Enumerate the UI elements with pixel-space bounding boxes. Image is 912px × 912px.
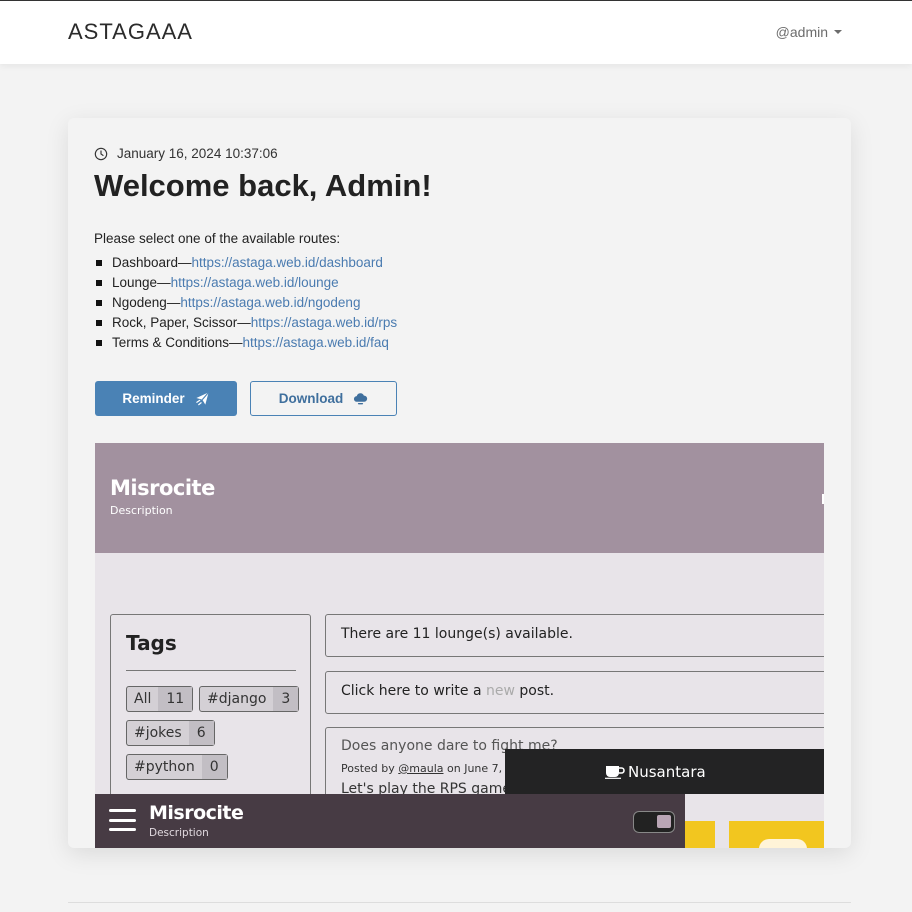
coffee-cup-icon — [605, 765, 625, 779]
route-link-ngodeng[interactable]: https://astaga.web.id/ngodeng — [180, 293, 360, 313]
footer-divider — [68, 902, 851, 903]
divider — [126, 670, 296, 671]
route-name: Ngodeng — [112, 295, 167, 310]
tag-name: #python — [134, 759, 195, 775]
route-separator: — — [157, 275, 171, 290]
preview-site-title: Misrocite — [110, 476, 215, 500]
route-name: Terms & Conditions — [112, 335, 230, 350]
reminder-button-label: Reminder — [122, 391, 185, 406]
preview-header: Misrocite Description — [95, 443, 824, 553]
preview-tag: #python 0 — [126, 754, 228, 780]
route-item-dashboard: Dashboard — https://astaga.web.id/dashboar… — [94, 253, 397, 273]
route-separator: — — [178, 255, 192, 270]
toggle-knob — [657, 815, 671, 828]
preview-tags-heading: Tags — [126, 631, 177, 655]
routes-list: Dashboard — https://astaga.web.id/dashboar… — [94, 253, 397, 353]
route-name: Lounge — [112, 275, 158, 290]
preview-theme-toggle — [633, 811, 675, 833]
preview-write-post: Click here to write a new post. — [325, 671, 824, 714]
meta-mention: @maula — [398, 762, 444, 775]
bullet — [96, 280, 102, 286]
preview-tag: #jokes 6 — [126, 720, 215, 746]
preview-yellow-card — [729, 821, 824, 848]
hamburger-icon — [109, 809, 136, 831]
preview-site-description: Description — [110, 504, 173, 517]
bullet — [96, 320, 102, 326]
tag-count: 3 — [273, 687, 299, 711]
route-link-lounge[interactable]: https://astaga.web.id/lounge — [171, 273, 339, 293]
preview-bottom-bar: Misrocite Description — [95, 794, 685, 848]
write-suffix: post. — [514, 683, 555, 699]
meta-prefix: Posted by — [341, 762, 399, 775]
bullet — [96, 260, 102, 266]
reminder-button[interactable]: Reminder — [95, 381, 237, 416]
page-title: Welcome back, Admin! — [94, 168, 432, 203]
download-button[interactable]: Download — [250, 381, 397, 416]
route-separator: — — [229, 335, 243, 350]
tag-count: 0 — [201, 755, 227, 779]
route-item-ngodeng: Ngodeng — https://astaga.web.id/ngodeng — [94, 293, 397, 313]
site-preview-image: Misrocite Description Tags All 11 #djang… — [95, 443, 824, 848]
routes-prompt: Please select one of the available route… — [94, 231, 341, 246]
route-name: Rock, Paper, Scissor — [112, 315, 238, 330]
route-link-dashboard[interactable]: https://astaga.web.id/dashboard — [192, 253, 383, 273]
caret-down-icon — [834, 30, 842, 35]
preview-tags-panel: Tags All 11 #django 3 #jokes 6 #python 0 — [110, 614, 311, 814]
write-prefix: Click here to write a — [341, 683, 486, 699]
preview-bottom-description: Description — [149, 827, 209, 839]
preview-dark-bar-text: Nusantara — [628, 762, 706, 781]
route-separator: — — [166, 295, 181, 310]
clock-icon — [94, 147, 108, 160]
preview-lounge-count: There are 11 lounge(s) available. — [325, 614, 824, 657]
tag-name: #jokes — [134, 725, 182, 741]
datetime-row: January 16, 2024 10:37:06 — [94, 146, 278, 161]
bullet — [96, 300, 102, 306]
route-name: Dashboard — [112, 255, 179, 270]
tag-count: 6 — [188, 721, 214, 745]
route-link-rps[interactable]: https://astaga.web.id/rps — [251, 313, 397, 333]
welcome-card: January 16, 2024 10:37:06 Welcome back, … — [68, 118, 851, 848]
tag-name: #django — [207, 691, 267, 707]
route-separator: — — [237, 315, 251, 330]
top-navbar: ASTAGAAA @admin — [0, 0, 912, 64]
route-item-lounge: Lounge — https://astaga.web.id/lounge — [94, 273, 397, 293]
preview-dark-bar: Nusantara — [505, 749, 824, 794]
route-link-faq[interactable]: https://astaga.web.id/faq — [243, 333, 389, 353]
preview-tag: #django 3 — [199, 686, 300, 712]
preview-bottom-title: Misrocite — [149, 802, 244, 824]
download-button-label: Download — [278, 391, 344, 406]
preview-cup-image — [759, 839, 807, 848]
route-item-faq: Terms & Conditions — https://astaga.web.id… — [94, 333, 397, 353]
preview-edge-mark — [822, 494, 824, 504]
brand-logo[interactable]: ASTAGAAA — [68, 19, 193, 45]
preview-tag: All 11 — [126, 686, 194, 712]
tag-count: 11 — [158, 687, 193, 711]
datetime-text: January 16, 2024 10:37:06 — [117, 146, 278, 161]
tag-name: All — [134, 691, 152, 707]
bullet — [96, 340, 102, 346]
user-menu-label: @admin — [775, 24, 828, 40]
route-item-rps: Rock, Paper, Scissor — https://astaga.web.… — [94, 313, 397, 333]
paper-plane-icon — [195, 392, 209, 406]
user-menu-dropdown[interactable]: @admin — [776, 24, 842, 40]
cloud-icon — [354, 393, 368, 405]
write-new: new — [486, 683, 515, 699]
